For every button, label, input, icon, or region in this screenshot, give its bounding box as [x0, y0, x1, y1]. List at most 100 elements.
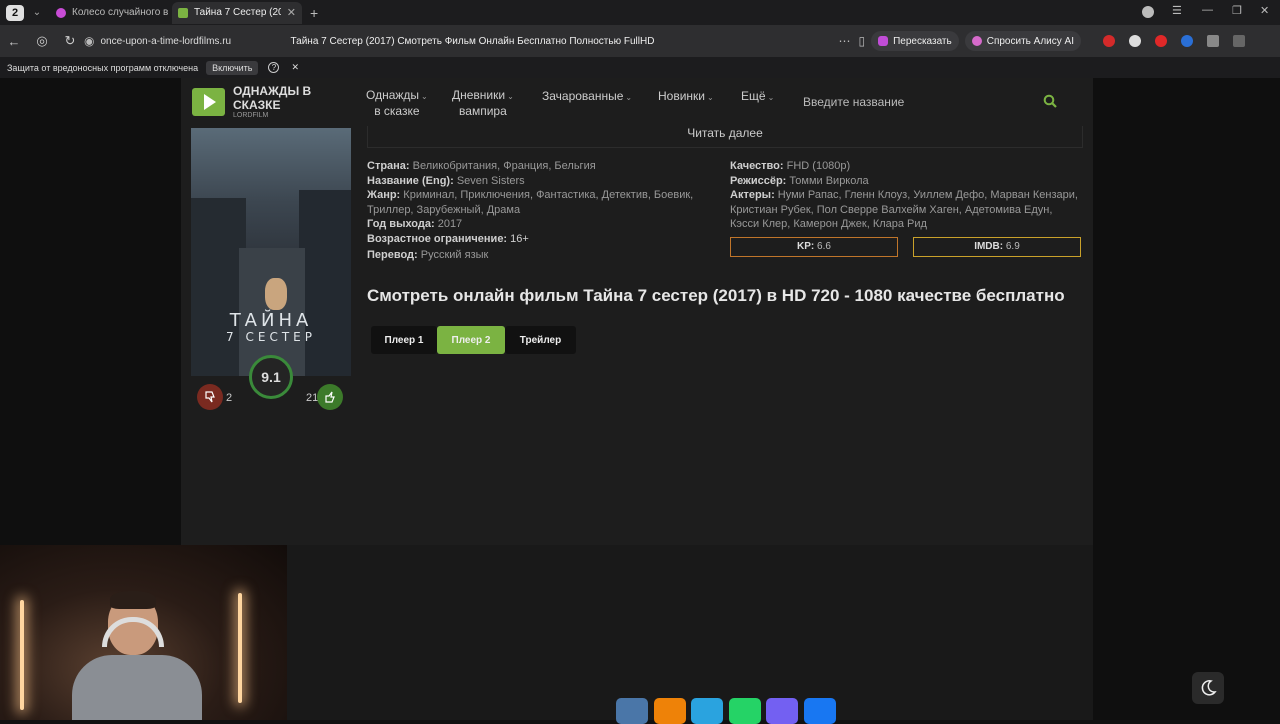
retell-button[interactable]: Пересказать	[871, 31, 959, 51]
search-icon[interactable]	[1043, 94, 1057, 108]
genre-label: Жанр:	[367, 189, 401, 202]
logo-icon[interactable]	[192, 88, 225, 116]
age-value: 16+	[510, 232, 529, 245]
enable-protection-button[interactable]: Включить	[206, 60, 259, 75]
share-telegram-button[interactable]	[691, 698, 723, 724]
reload-icon[interactable]: ↻	[56, 33, 84, 49]
tab-list-chevron-icon[interactable]: ⌄	[28, 7, 46, 18]
webcam-overlay	[0, 545, 287, 720]
director-row: Режиссёр: Томми Виркола	[730, 174, 1082, 189]
infobar-text: Защита от вредоносных программ отключена	[7, 62, 199, 73]
site-footer-area	[181, 545, 1093, 720]
translation-label: Перевод:	[367, 248, 418, 261]
tab-player-1[interactable]: Плеер 1	[371, 326, 437, 354]
page-viewport: ОДНАЖДЫ В СКАЗКЕ LORDFILM Однажды ⌄ в ска…	[0, 78, 1280, 724]
tab-label: Колесо случайного выбо	[72, 7, 168, 18]
logo-title[interactable]: ОДНАЖДЫ В СКАЗКЕ	[233, 84, 333, 112]
shield-icon[interactable]: ◎	[28, 33, 56, 49]
genre-value: Криминал, Приключения, Фантастика, Детек…	[367, 189, 694, 216]
security-infobar: Защита от вредоносных программ отключена…	[0, 57, 1280, 78]
chevron-down-icon: ⌄	[421, 92, 428, 101]
name-eng-value: Seven Sisters	[456, 174, 525, 187]
share-ok-button[interactable]	[654, 698, 686, 724]
genre-row: Жанр: Криминал, Приключения, Фантастика,…	[367, 188, 707, 217]
translation-row: Перевод: Русский язык	[367, 248, 707, 263]
poster-title-line1: ТАЙНА	[229, 310, 313, 331]
tab-trailer[interactable]: Трейлер	[505, 326, 576, 354]
dark-mode-toggle[interactable]	[1192, 672, 1224, 704]
year-value: 2017	[437, 218, 463, 231]
lamp-right	[238, 593, 242, 703]
person-body	[72, 655, 202, 720]
kp-label: KP:	[797, 241, 815, 252]
tab-movie[interactable]: Тайна 7 Сестер (2017) ✕	[172, 1, 302, 24]
like-button[interactable]	[317, 384, 343, 410]
alice-icon	[971, 36, 982, 46]
tab-label: Тайна 7 Сестер (2017)	[194, 7, 281, 18]
restore-icon[interactable]: ❐	[1232, 4, 1242, 17]
country-row: Страна: Великобритания, Франция, Бельгия	[367, 159, 707, 174]
address-bar: ← ◎ ↻ ◉ once-upon-a-time-lordfilms.ru Та…	[0, 25, 1280, 57]
actors-row: Актеры: Нуми Рапас, Гленн Клоуз, Уиллем …	[730, 188, 1082, 232]
translation-value: Русский язык	[420, 248, 489, 261]
profile-icon[interactable]	[1142, 6, 1154, 18]
minimize-icon[interactable]: —	[1202, 4, 1213, 16]
sound-icon[interactable]	[1180, 35, 1193, 47]
dislike-button[interactable]	[197, 384, 223, 410]
menu-label: Дневники	[452, 88, 506, 102]
close-window-icon[interactable]: ✕	[1260, 4, 1269, 17]
chevron-down-icon: ⌄	[767, 93, 775, 102]
menu-label-2: вампира	[459, 104, 507, 118]
person-hair	[110, 591, 156, 609]
read-more-button[interactable]: Читать далее	[367, 126, 1083, 148]
share-vk-button[interactable]	[616, 698, 648, 724]
share-facebook-button[interactable]	[804, 698, 836, 724]
more-icon[interactable]: ⋯	[838, 34, 850, 48]
extension-red-icon[interactable]	[1102, 35, 1115, 47]
info-right: Качество: FHD (1080p) Режиссёр: Томми Ви…	[730, 159, 1082, 232]
site-info-icon[interactable]: ◉	[84, 34, 94, 48]
movie-poster[interactable]: ТАЙНА 7 СЕСТЕР	[191, 128, 351, 376]
close-tab-icon[interactable]: ✕	[287, 6, 296, 19]
menu-label: Ещё	[741, 89, 766, 103]
new-tab-button[interactable]: +	[310, 5, 318, 21]
back-icon[interactable]: ←	[0, 34, 28, 49]
tab-player-2[interactable]: Плеер 2	[437, 326, 505, 354]
thumbs-down-icon	[205, 391, 215, 403]
lamp-left	[20, 600, 24, 710]
ask-alice-label: Спросить Алису AI	[986, 35, 1074, 47]
poster-building-left	[191, 198, 246, 376]
bookmark-icon[interactable]: ▯	[858, 34, 865, 48]
info-left: Страна: Великобритания, Франция, Бельгия…	[367, 159, 707, 262]
year-row: Год выхода: 2017	[367, 217, 707, 232]
share-viber-button[interactable]	[766, 698, 798, 724]
site-container: ОДНАЖДЫ В СКАЗКЕ LORDFILM Однажды ⌄ в ска…	[181, 78, 1093, 545]
actors-value: Нуми Рапас, Гленн Клоуз, Уиллем Дефо, Ма…	[730, 189, 1078, 231]
site-header: ОДНАЖДЫ В СКАЗКЕ LORDFILM Однажды ⌄ в ска…	[181, 78, 1093, 126]
help-icon[interactable]: ?	[268, 62, 280, 73]
extension-vpn-icon[interactable]	[1154, 35, 1167, 47]
menu-once-upon[interactable]: Однажды ⌄ в сказке	[366, 88, 428, 118]
globe-icon[interactable]	[1128, 35, 1141, 47]
menu-vampire-diaries[interactable]: Дневники ⌄ вампира	[452, 88, 514, 118]
country-value: Великобритания, Франция, Бельгия	[412, 160, 596, 172]
close-infobar-icon[interactable]: ✕	[291, 62, 299, 73]
ask-alice-button[interactable]: Спросить Алису AI	[964, 31, 1081, 51]
menu-charmed[interactable]: Зачарованные ⌄	[542, 89, 632, 105]
actors-label: Актеры:	[730, 189, 775, 202]
dislike-count: 2	[226, 392, 233, 404]
downloads-icon[interactable]	[1232, 35, 1245, 47]
quality-label: Качество:	[730, 160, 784, 172]
translate-icon[interactable]	[1206, 35, 1219, 47]
tab-wheel[interactable]: Колесо случайного выбо	[50, 2, 168, 24]
share-whatsapp-button[interactable]	[729, 698, 761, 724]
tab-count-badge[interactable]: 2	[6, 4, 24, 21]
menu-icon[interactable]: ☰	[1172, 4, 1182, 17]
search-input[interactable]: Введите название	[803, 95, 904, 109]
quality-row: Качество: FHD (1080p)	[730, 159, 1082, 174]
menu-more[interactable]: Ещё ⌄	[741, 89, 774, 105]
url-field[interactable]: once-upon-a-time-lordfilms.ru	[100, 36, 290, 47]
menu-new[interactable]: Новинки ⌄	[658, 89, 714, 105]
age-row: Возрастное ограничение: 16+	[367, 232, 707, 247]
score-ring: 9.1	[249, 355, 293, 399]
